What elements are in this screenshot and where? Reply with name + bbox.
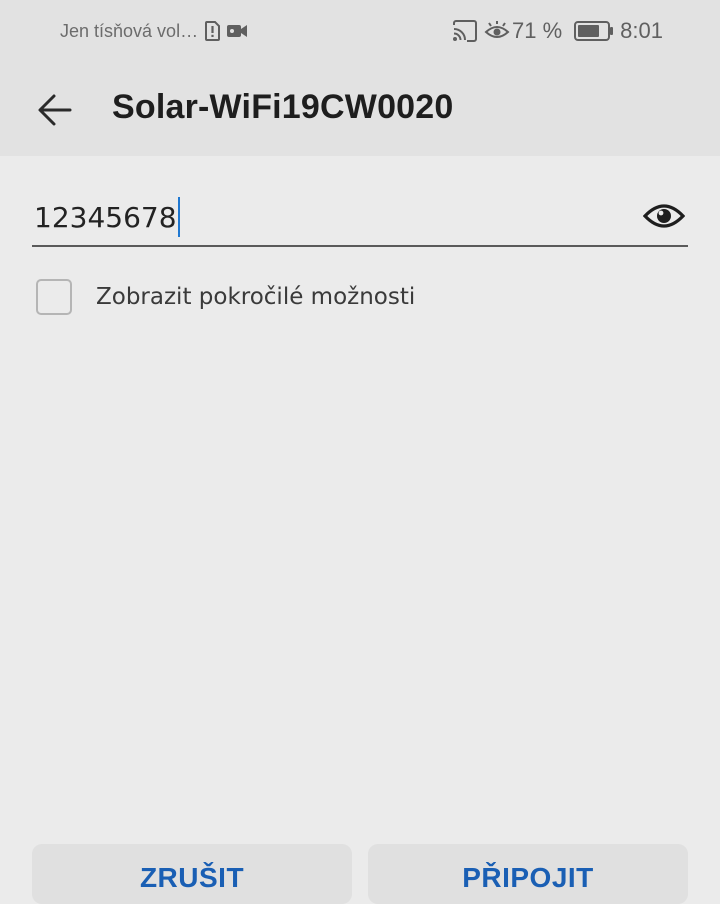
text-caret — [177, 197, 180, 237]
carrier-text: Jen tísňová vol… — [60, 20, 199, 41]
header: Jen tísňová vol… 71 % 8:01 Solar-WiFi19C… — [0, 0, 720, 156]
app-bar: Solar-WiFi19CW0020 — [0, 62, 720, 156]
connect-button[interactable]: PŘIPOJIT — [368, 844, 688, 904]
status-right: 71 % 8:01 — [446, 16, 663, 46]
page-title: Solar-WiFi19CW0020 — [112, 88, 454, 126]
advanced-options-label: Zobrazit pokročilé možnosti — [96, 284, 416, 310]
clock: 8:01 — [620, 18, 663, 43]
eye-comfort-icon — [484, 20, 510, 42]
show-password-button[interactable] — [642, 198, 686, 234]
status-left: Jen tísňová vol… — [60, 18, 248, 44]
password-text: 12345678 — [34, 200, 177, 234]
advanced-options-row[interactable]: Zobrazit pokročilé možnosti — [36, 277, 415, 317]
advanced-options-checkbox[interactable] — [36, 279, 72, 315]
video-camera-icon — [226, 23, 248, 39]
battery-icon — [574, 21, 614, 41]
password-input[interactable]: 12345678 — [34, 197, 180, 237]
sim-alert-icon — [204, 21, 221, 41]
password-field[interactable]: 12345678 — [32, 186, 688, 247]
status-bar: Jen tísňová vol… 71 % 8:01 — [0, 0, 720, 62]
eye-icon — [643, 204, 685, 228]
back-button[interactable] — [30, 86, 78, 134]
cancel-button[interactable]: ZRUŠIT — [32, 844, 352, 904]
cast-icon — [452, 20, 478, 42]
battery-percent: 71 % — [512, 18, 563, 43]
arrow-back-icon — [38, 94, 72, 126]
